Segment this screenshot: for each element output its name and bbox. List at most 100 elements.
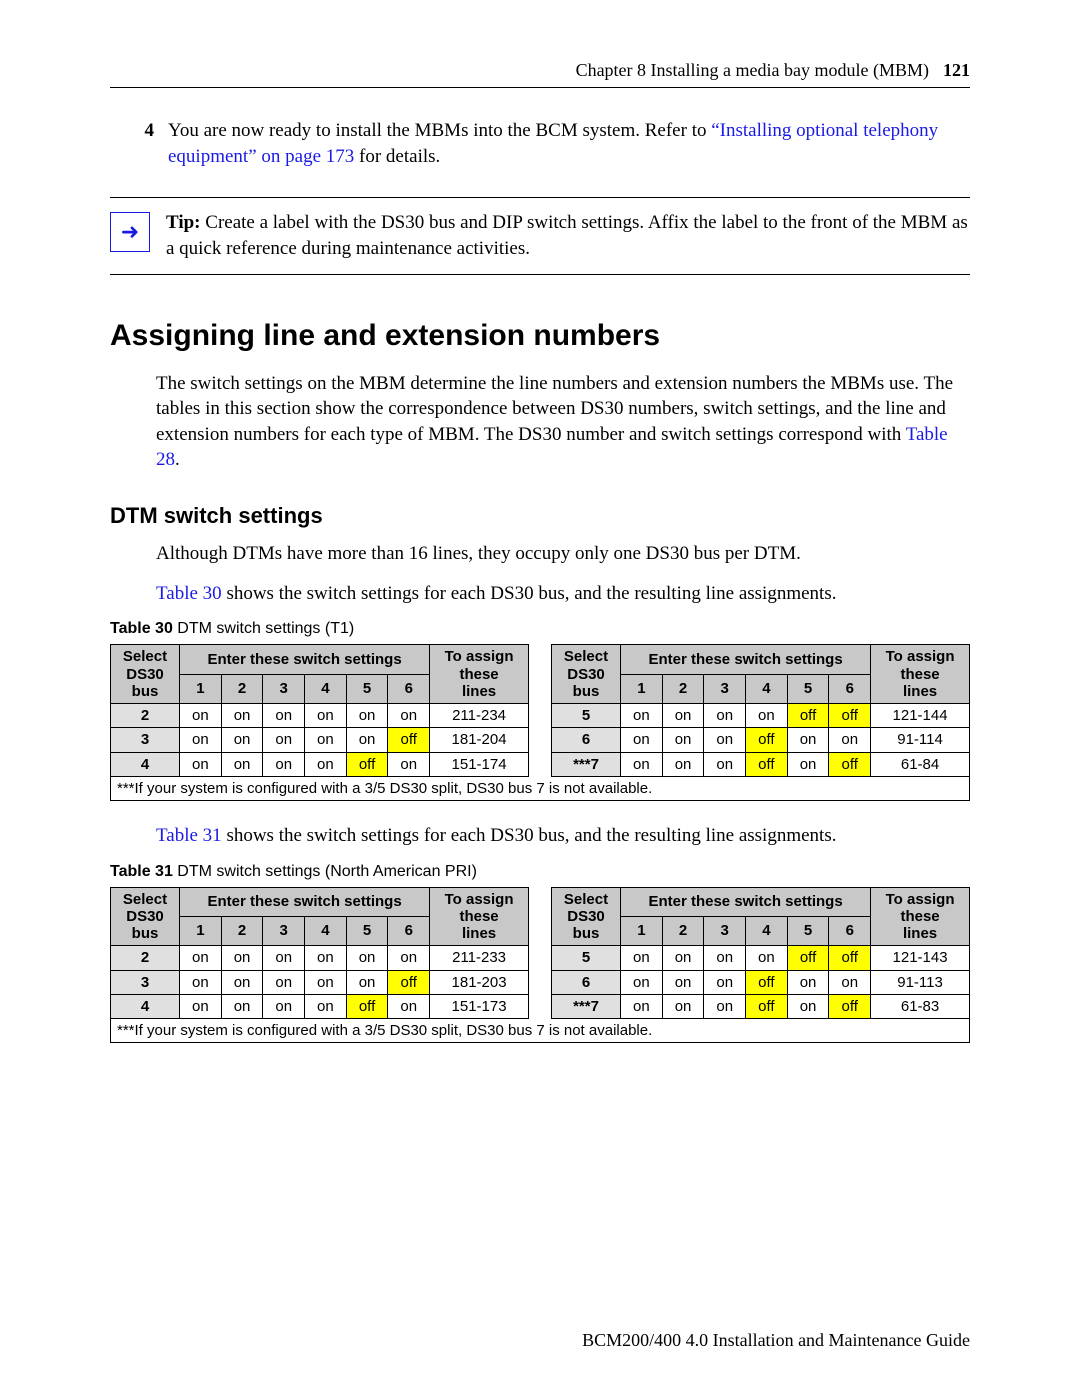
th-switch-6: 6 (829, 916, 871, 945)
cell-switch: off (746, 970, 788, 994)
cell-lines: 211-234 (430, 704, 529, 728)
cell-bus: ***7 (552, 994, 621, 1018)
cell-switch: on (263, 704, 305, 728)
cell-switch: on (704, 946, 746, 970)
switch-table: SelectDS30busEnter these switch settings… (551, 644, 970, 777)
table-row: 4ononononoffon151-173 (111, 994, 529, 1018)
tip-box: ➜ Tip: Create a label with the DS30 bus … (110, 197, 970, 274)
th-enter-settings: Enter these switch settings (621, 887, 871, 916)
th-assign-lines: To assigntheselines (430, 887, 529, 946)
cell-bus: 3 (111, 728, 180, 752)
th-assign-lines: To assigntheselines (430, 645, 529, 704)
cell-switch: on (787, 994, 829, 1018)
cell-lines: 91-114 (871, 728, 970, 752)
th-select-ds30: SelectDS30bus (111, 887, 180, 946)
th-enter-settings: Enter these switch settings (621, 645, 871, 674)
dtm-para-3: Table 31 shows the switch settings for e… (156, 823, 970, 849)
th-switch-6: 6 (829, 674, 871, 703)
table-row: 3onononononoff181-204 (111, 728, 529, 752)
cell-switch: on (787, 752, 829, 776)
cell-switch: on (221, 704, 263, 728)
th-switch-2: 2 (221, 674, 263, 703)
cell-switch: off (829, 752, 871, 776)
page-number: 121 (943, 60, 970, 81)
tip-text: Tip: Create a label with the DS30 bus an… (166, 210, 970, 261)
cell-switch: off (829, 994, 871, 1018)
th-switch-2: 2 (662, 674, 704, 703)
intro-paragraph: The switch settings on the MBM determine… (156, 371, 970, 474)
cell-lines: 121-143 (871, 946, 970, 970)
th-switch-4: 4 (305, 674, 347, 703)
cell-switch: on (221, 752, 263, 776)
cell-switch: on (305, 994, 347, 1018)
step-number: 4 (140, 118, 154, 169)
table-row: 6onononoffonon91-114 (552, 728, 970, 752)
table-row: 6onononoffonon91-113 (552, 970, 970, 994)
cell-switch: on (662, 970, 704, 994)
cell-switch: on (305, 728, 347, 752)
th-switch-3: 3 (263, 674, 305, 703)
table-30-footnote: ***If your system is configured with a 3… (110, 777, 970, 801)
th-switch-3: 3 (704, 916, 746, 945)
cell-switch: on (746, 946, 788, 970)
cell-switch: on (180, 946, 222, 970)
cell-switch: on (829, 728, 871, 752)
cell-switch: off (746, 994, 788, 1018)
cell-switch: on (263, 946, 305, 970)
th-switch-5: 5 (346, 916, 388, 945)
th-switch-1: 1 (621, 674, 663, 703)
cell-switch: on (388, 752, 430, 776)
step-4: 4 You are now ready to install the MBMs … (140, 118, 970, 169)
cell-switch: off (388, 970, 430, 994)
cell-lines: 151-174 (430, 752, 529, 776)
cell-switch: on (305, 970, 347, 994)
cell-switch: on (346, 728, 388, 752)
cell-switch: on (180, 752, 222, 776)
cell-lines: 181-203 (430, 970, 529, 994)
cell-switch: on (704, 970, 746, 994)
cell-bus: 5 (552, 946, 621, 970)
th-select-ds30: SelectDS30bus (552, 887, 621, 946)
cell-switch: off (346, 994, 388, 1018)
table-row: 5ononononoffoff121-144 (552, 704, 970, 728)
th-switch-2: 2 (221, 916, 263, 945)
link-table-31[interactable]: Table 31 (156, 825, 222, 846)
cell-switch: on (180, 704, 222, 728)
th-enter-settings: Enter these switch settings (180, 645, 430, 674)
table-row: ***7onononoffonoff61-83 (552, 994, 970, 1018)
cell-switch: on (829, 970, 871, 994)
th-switch-5: 5 (346, 674, 388, 703)
cell-bus: 2 (111, 704, 180, 728)
th-switch-5: 5 (787, 674, 829, 703)
th-assign-lines: To assigntheselines (871, 645, 970, 704)
cell-switch: on (221, 994, 263, 1018)
th-switch-4: 4 (305, 916, 347, 945)
table-row: 2onononononon211-234 (111, 704, 529, 728)
cell-switch: on (787, 728, 829, 752)
cell-bus: 4 (111, 752, 180, 776)
caption-table-30: Table 30 DTM switch settings (T1) (110, 620, 970, 638)
cell-switch: on (305, 752, 347, 776)
cell-switch: on (388, 946, 430, 970)
cell-switch: on (263, 752, 305, 776)
cell-switch: on (621, 704, 663, 728)
cell-lines: 211-233 (430, 946, 529, 970)
th-assign-lines: To assigntheselines (871, 887, 970, 946)
cell-switch: on (346, 946, 388, 970)
heading-dtm: DTM switch settings (110, 503, 970, 529)
cell-switch: on (263, 970, 305, 994)
th-switch-1: 1 (180, 674, 222, 703)
link-table-30[interactable]: Table 30 (156, 583, 222, 604)
cell-switch: on (662, 752, 704, 776)
cell-switch: on (221, 970, 263, 994)
cell-bus: 2 (111, 946, 180, 970)
th-switch-1: 1 (180, 916, 222, 945)
cell-switch: on (221, 946, 263, 970)
table-31: SelectDS30busEnter these switch settings… (110, 887, 970, 1020)
cell-switch: on (621, 994, 663, 1018)
cell-switch: on (621, 728, 663, 752)
th-select-ds30: SelectDS30bus (111, 645, 180, 704)
cell-switch: on (305, 704, 347, 728)
cell-switch: on (180, 728, 222, 752)
document-page: Chapter 8 Installing a media bay module … (0, 0, 1080, 1397)
